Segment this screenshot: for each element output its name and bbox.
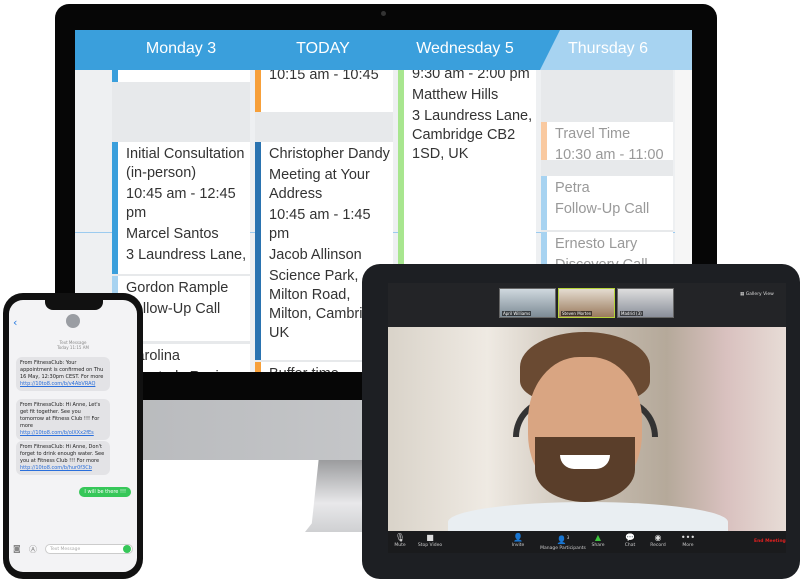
invite-icon: 👤 [513, 533, 523, 542]
message-bubble: From FitnessClub: Your appointment is co… [16, 357, 110, 391]
camera-icon: ■ [426, 533, 434, 542]
meeting-toolbar: 🎙 Mute ■ Stop Video 👤 Invite 👤3 Manage Parti… [388, 531, 786, 553]
end-meeting-button[interactable]: End Meeting [754, 539, 786, 544]
event-line: Initial Consultation (in-person) [126, 146, 245, 181]
gallery-view-button[interactable]: ▦ Gallery View [740, 292, 774, 297]
thread-time: Today 11:15 AM [57, 345, 89, 350]
day-header-wednesday[interactable]: Wednesday 5 [395, 40, 535, 58]
calendar-header: Monday 3 TODAY Wednesday 5 Thursday 6 [75, 30, 692, 70]
calendar-event[interactable]: Petra Follow-Up Call [541, 176, 673, 230]
event-line: Gordon Rample [126, 280, 229, 296]
participant-thumbnail[interactable]: April Williams [499, 288, 556, 318]
event-line: 3 Laundress Lane, [126, 247, 247, 263]
calendar-event[interactable]: Initial Consultation (in-person) 10:45 am… [112, 142, 250, 274]
reply-bubble: I will be there !!! [79, 487, 131, 497]
message-link[interactable]: http://10to8.com/b/v4AbVRAQ [20, 381, 95, 387]
event-line: Ernesto Lary [555, 236, 638, 252]
event-line: Travel Time [555, 126, 631, 142]
back-chevron-icon[interactable]: ‹ [13, 316, 17, 329]
camera-icon[interactable]: ◙ [13, 544, 21, 553]
more-button[interactable]: ••• More [668, 533, 708, 548]
message-link[interactable]: http://10to8.com/b/hur0f3Cb [20, 465, 92, 471]
event-line: Christopher Dandy [269, 146, 390, 162]
event-line: Marcel Santos [126, 226, 219, 242]
message-link[interactable]: http://10to8.com/b/oIXXx2fEs [20, 430, 94, 436]
participant-thumbnail[interactable]: Madrid (3) [617, 288, 674, 318]
event-line: Follow-Up Call [126, 301, 221, 317]
stop-video-button[interactable]: ■ Stop Video [410, 533, 450, 548]
event-line: Petra [555, 180, 590, 196]
event-line: 10:45 am - 1:45 pm [269, 207, 371, 242]
event-line: Matthew Hills [412, 87, 499, 103]
main-video [388, 327, 786, 542]
message-input[interactable]: Text Message [45, 544, 133, 554]
participant-thumbnail[interactable]: Steven Morten [558, 288, 615, 318]
event-line: Carolina [126, 348, 180, 364]
video-call-app: April Williams Steven Morten Madrid (3) … [388, 283, 786, 553]
invite-button[interactable]: 👤 Invite [498, 533, 538, 548]
event-line: Quarterly Review [126, 368, 250, 372]
day-header-monday[interactable]: Monday 3 [111, 40, 251, 58]
event-line: 3 Laundress Lane, Cambridge CB2 1SD, UK [412, 108, 533, 162]
event-line: Jacob Allinson [269, 247, 362, 263]
more-icon: ••• [680, 533, 696, 542]
contact-avatar-icon [66, 314, 80, 328]
calendar-event[interactable]: Travel Time 10:30 am - 11:00 [541, 122, 673, 160]
app-store-icon[interactable]: Ⓐ [29, 544, 37, 555]
messages-app: ‹ Text Message Today 11:15 AM From Fitne… [9, 300, 137, 572]
event-line: 10:45 am - 12:45 pm [126, 186, 236, 221]
camera-dot [381, 11, 386, 16]
day-header-thursday[interactable]: Thursday 6 [538, 40, 678, 58]
message-bubble: From FitnessClub: Hi Anne, Let's get fit… [16, 399, 110, 440]
event-line: 10:30 am - 11:00 [555, 147, 664, 160]
event-line: Meeting at Your Address [269, 167, 370, 202]
send-icon[interactable] [123, 545, 131, 553]
day-header-today[interactable]: TODAY [253, 40, 393, 58]
message-bubble: From FitnessClub: Hi Anne, Don't forget … [16, 441, 110, 475]
event-line: Follow-Up Call [555, 201, 650, 217]
